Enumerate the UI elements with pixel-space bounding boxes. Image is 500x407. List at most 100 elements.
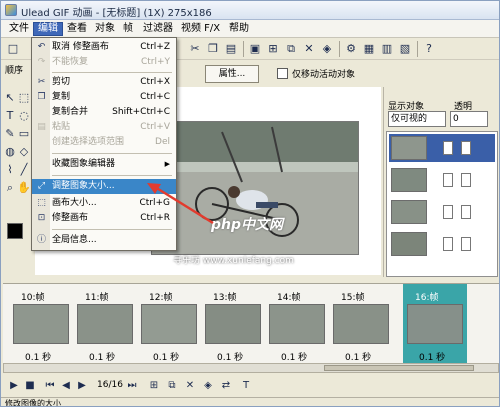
delete-frame-icon[interactable]: ✕ xyxy=(183,379,197,393)
shape-icon[interactable]: ◇ xyxy=(17,145,31,159)
object-row[interactable] xyxy=(389,230,495,258)
menu-item-resize-image[interactable]: ⤢ 调整图象大小... xyxy=(32,179,176,194)
edit-menu-dropdown: ↶ 取消 修整画布 Ctrl+Z ↷ 不能恢复 Ctrl+Y ✂ 剪切 Ctrl… xyxy=(31,37,177,251)
menu-item-paste[interactable]: ▤ 粘贴 Ctrl+V xyxy=(32,120,176,135)
show-objects-select[interactable]: 仅可视的 xyxy=(388,111,446,127)
gear-icon[interactable]: ⚙ xyxy=(343,41,359,57)
menu-video-fx[interactable]: 视频 F/X xyxy=(177,22,224,36)
toolbar-divider xyxy=(339,41,340,57)
last-frame-icon[interactable]: ⏭ xyxy=(125,379,139,393)
delete-frame-icon[interactable]: ✕ xyxy=(301,41,317,57)
duplicate-frame-icon[interactable]: ⧉ xyxy=(283,41,299,57)
fill-icon[interactable]: ◍ xyxy=(3,145,17,159)
hand-icon[interactable]: ✋ xyxy=(17,181,31,195)
frame-item-selected[interactable]: 16:帧 0.1 秒 xyxy=(403,284,467,370)
properties-button[interactable]: 属性... xyxy=(205,65,259,83)
dropper-icon[interactable]: ⌇ xyxy=(3,163,17,177)
frame-item[interactable]: 10:帧 0.1 秒 xyxy=(9,284,73,370)
visibility-toggle[interactable] xyxy=(443,205,453,219)
lasso-icon[interactable]: ◌ xyxy=(17,109,31,123)
frame-thumbnail xyxy=(13,304,69,344)
new-file-icon[interactable]: □ xyxy=(5,41,21,57)
menu-filter[interactable]: 过滤器 xyxy=(139,22,177,36)
frame-item[interactable]: 13:帧 0.1 秒 xyxy=(201,284,265,370)
menu-object[interactable]: 对象 xyxy=(91,22,119,36)
tween-icon[interactable]: ◈ xyxy=(201,379,215,393)
marquee-icon[interactable]: ⬚ xyxy=(17,91,31,105)
menu-frame[interactable]: 帧 xyxy=(119,22,137,36)
frame-scrollbar[interactable] xyxy=(3,363,499,373)
text-icon[interactable]: T xyxy=(3,109,17,123)
help-icon[interactable]: ? xyxy=(421,41,437,57)
lock-toggle[interactable] xyxy=(461,205,471,219)
frame-label: 10:帧 xyxy=(21,293,45,303)
frame-delay: 0.1 秒 xyxy=(217,353,244,363)
menu-separator xyxy=(52,153,172,154)
toolbar-divider xyxy=(243,41,244,57)
export-icon[interactable]: ▧ xyxy=(397,41,413,57)
first-frame-icon[interactable]: ⏮ xyxy=(43,379,57,393)
paste-icon[interactable]: ▤ xyxy=(223,41,239,57)
visibility-toggle[interactable] xyxy=(443,173,453,187)
canvas-image[interactable] xyxy=(151,121,359,255)
menu-bar: 文件 编辑 查看 对象 帧 过滤器 视频 F/X 帮助 xyxy=(1,20,499,38)
menu-item-canvas-size[interactable]: ⬚ 画布大小... Ctrl+G xyxy=(32,196,176,211)
duplicate-frame-icon[interactable]: ⧉ xyxy=(165,379,179,393)
menu-separator xyxy=(52,175,172,176)
object-row[interactable] xyxy=(389,166,495,194)
window-title: Ulead GIF 动画 - [无标题] (1X) 275x186 xyxy=(21,8,212,19)
menu-item-undo[interactable]: ↶ 取消 修整画布 Ctrl+Z xyxy=(32,40,176,55)
lock-toggle[interactable] xyxy=(461,173,471,187)
object-list xyxy=(386,131,498,277)
opacity-spinner[interactable]: 0 xyxy=(450,111,488,127)
foreground-color[interactable] xyxy=(7,223,23,239)
copy-icon[interactable]: ❐ xyxy=(205,41,221,57)
line-icon[interactable]: ╱ xyxy=(17,163,31,177)
next-frame-icon[interactable]: ▶ xyxy=(75,379,89,393)
tween-icon[interactable]: ◈ xyxy=(319,41,335,57)
frame-properties-icon[interactable]: ▣ xyxy=(247,41,263,57)
menu-item-redo[interactable]: ↷ 不能恢复 Ctrl+Y xyxy=(32,55,176,70)
frame-item[interactable]: 14:帧 0.1 秒 xyxy=(265,284,329,370)
lock-toggle[interactable] xyxy=(461,141,471,155)
brush-icon[interactable]: ✎ xyxy=(3,127,17,141)
frame-item[interactable]: 15:帧 0.1 秒 xyxy=(329,284,393,370)
text-frame-icon[interactable]: T xyxy=(239,379,253,393)
menu-item-crop-canvas[interactable]: ⊡ 修整画布 Ctrl+R xyxy=(32,211,176,226)
menu-view[interactable]: 查看 xyxy=(63,22,91,36)
menu-file[interactable]: 文件 xyxy=(5,22,33,36)
play-icon[interactable]: ▶ xyxy=(7,379,21,393)
canvas-icon: ⬚ xyxy=(37,198,46,208)
prev-frame-icon[interactable]: ◀ xyxy=(59,379,73,393)
paste-icon: ▤ xyxy=(37,122,46,132)
reverse-icon[interactable]: ⇄ xyxy=(219,379,233,393)
object-row[interactable] xyxy=(389,198,495,226)
lock-toggle[interactable] xyxy=(461,237,471,251)
optimize-icon[interactable]: ▦ xyxy=(361,41,377,57)
preview-icon[interactable]: ▥ xyxy=(379,41,395,57)
stop-icon[interactable]: ■ xyxy=(23,379,37,393)
visibility-toggle[interactable] xyxy=(443,141,453,155)
scrollbar-thumb[interactable] xyxy=(324,365,474,371)
frame-item[interactable]: 12:帧 0.1 秒 xyxy=(137,284,201,370)
menu-item-favorite-editor[interactable]: 收藏图象编辑器 ▶ xyxy=(32,157,176,172)
add-frame-icon[interactable]: ⊞ xyxy=(147,379,161,393)
visibility-toggle[interactable] xyxy=(443,237,453,251)
menu-edit[interactable]: 编辑 xyxy=(33,22,63,36)
add-frame-icon[interactable]: ⊞ xyxy=(265,41,281,57)
cut-icon[interactable]: ✂ xyxy=(187,41,203,57)
frame-item[interactable]: 11:帧 0.1 秒 xyxy=(73,284,137,370)
pointer-icon[interactable]: ↖ xyxy=(3,91,17,105)
menu-item-cut[interactable]: ✂ 剪切 Ctrl+X xyxy=(32,75,176,90)
object-row[interactable] xyxy=(389,134,495,162)
menu-item-copy-merged[interactable]: 复制合并 Shift+Ctrl+C xyxy=(32,105,176,120)
menu-item-copy[interactable]: ❐ 复制 Ctrl+C xyxy=(32,90,176,105)
menu-help[interactable]: 帮助 xyxy=(225,22,253,36)
object-toolbar: 属性... 仅移动活动对象 xyxy=(179,63,499,85)
menu-item-global-info[interactable]: ⓘ 全局信息... xyxy=(32,233,176,248)
menu-item-create-selection[interactable]: 创建选择选项范围 Del xyxy=(32,135,176,150)
eraser-icon[interactable]: ▭ xyxy=(17,127,31,141)
move-active-only-checkbox[interactable] xyxy=(277,68,288,79)
object-manager-panel: 显示对象 透明 仅可视的 0 xyxy=(383,87,499,277)
zoom-icon[interactable]: ⌕ xyxy=(3,181,17,195)
